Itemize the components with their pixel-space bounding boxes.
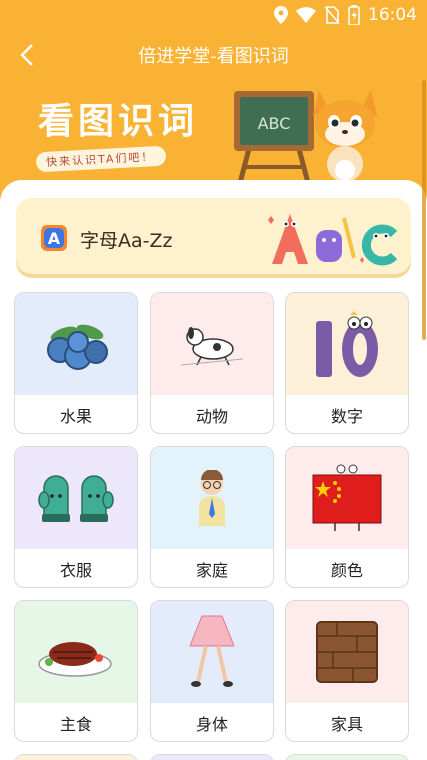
category-tile-clothes[interactable]: 衣服 bbox=[14, 446, 138, 588]
tile-label: 主食 bbox=[59, 715, 92, 734]
letters-card[interactable]: A 字母Aa-Zz bbox=[16, 198, 411, 274]
category-tile-fruit[interactable]: 水果 bbox=[14, 292, 138, 434]
clock-time: 16:04 bbox=[368, 5, 417, 25]
tile-image bbox=[15, 293, 137, 395]
tile-image bbox=[15, 601, 137, 703]
tile-image bbox=[151, 755, 273, 760]
category-tile-partial[interactable] bbox=[285, 754, 409, 760]
tile-label: 动物 bbox=[195, 407, 228, 426]
abc-characters-icon bbox=[268, 214, 398, 266]
content-sheet: A 字母Aa-Zz 水果 动物 数字 衣服 家庭 颜色 主食 身体 家具 bbox=[0, 180, 427, 760]
tile-label: 家庭 bbox=[195, 561, 228, 580]
tile-image bbox=[286, 755, 408, 760]
page-title: 倍进学堂-看图识词 bbox=[138, 46, 289, 67]
category-tile-furniture[interactable]: 家具 bbox=[285, 600, 409, 742]
legs-skirt-icon bbox=[189, 615, 235, 687]
letter-a-icon: A bbox=[41, 225, 67, 251]
battery-charging-icon bbox=[348, 5, 360, 25]
banner: 看图识词 快来认识TA们吧！ ABC bbox=[0, 80, 427, 190]
mittens-icon bbox=[38, 475, 114, 522]
tile-image bbox=[151, 293, 273, 395]
scrollbar-thumb[interactable] bbox=[422, 80, 426, 340]
grandpa-icon bbox=[199, 470, 225, 526]
dog-icon bbox=[180, 327, 244, 366]
tile-image bbox=[151, 601, 273, 703]
status-bar: 16:04 bbox=[0, 0, 427, 30]
category-tile-number[interactable]: 数字 bbox=[285, 292, 409, 434]
tile-label: 家具 bbox=[330, 715, 363, 734]
wood-board-icon bbox=[316, 621, 378, 683]
letter-icon-text: A bbox=[48, 229, 61, 248]
no-sim-icon bbox=[324, 6, 340, 24]
category-tile-color[interactable]: 颜色 bbox=[285, 446, 409, 588]
tile-label: 数字 bbox=[330, 407, 363, 426]
category-tile-partial[interactable] bbox=[14, 754, 138, 760]
category-tile-body[interactable]: 身体 bbox=[150, 600, 274, 742]
tile-label: 水果 bbox=[59, 407, 92, 426]
flag-icon bbox=[312, 464, 382, 531]
tile-label: 身体 bbox=[195, 715, 228, 734]
tile-image bbox=[286, 447, 408, 549]
tile-image bbox=[15, 755, 137, 760]
title-bar: 倍进学堂-看图识词 bbox=[0, 30, 427, 80]
steak-icon bbox=[38, 642, 112, 677]
tile-label: 衣服 bbox=[59, 561, 92, 580]
tile-label: 颜色 bbox=[330, 561, 363, 580]
letters-label: 字母Aa-Zz bbox=[80, 230, 173, 252]
wifi-icon bbox=[296, 7, 316, 23]
blackboard-text: ABC bbox=[258, 114, 291, 133]
tile-image bbox=[151, 447, 273, 549]
tile-image bbox=[286, 601, 408, 703]
banner-heading: 看图识词 bbox=[38, 101, 199, 142]
fox-mascot-icon bbox=[313, 90, 377, 182]
category-tile-animal[interactable]: 动物 bbox=[150, 292, 274, 434]
category-tile-family[interactable]: 家庭 bbox=[150, 446, 274, 588]
number-ten-icon bbox=[316, 311, 378, 377]
tile-image bbox=[15, 447, 137, 549]
blueberries-icon bbox=[47, 324, 108, 370]
tile-image bbox=[286, 293, 408, 395]
location-icon bbox=[274, 6, 288, 24]
category-tile-staple-food[interactable]: 主食 bbox=[14, 600, 138, 742]
category-tile-partial[interactable] bbox=[150, 754, 274, 760]
banner-subtitle: 快来认识TA们吧！ bbox=[35, 145, 167, 173]
